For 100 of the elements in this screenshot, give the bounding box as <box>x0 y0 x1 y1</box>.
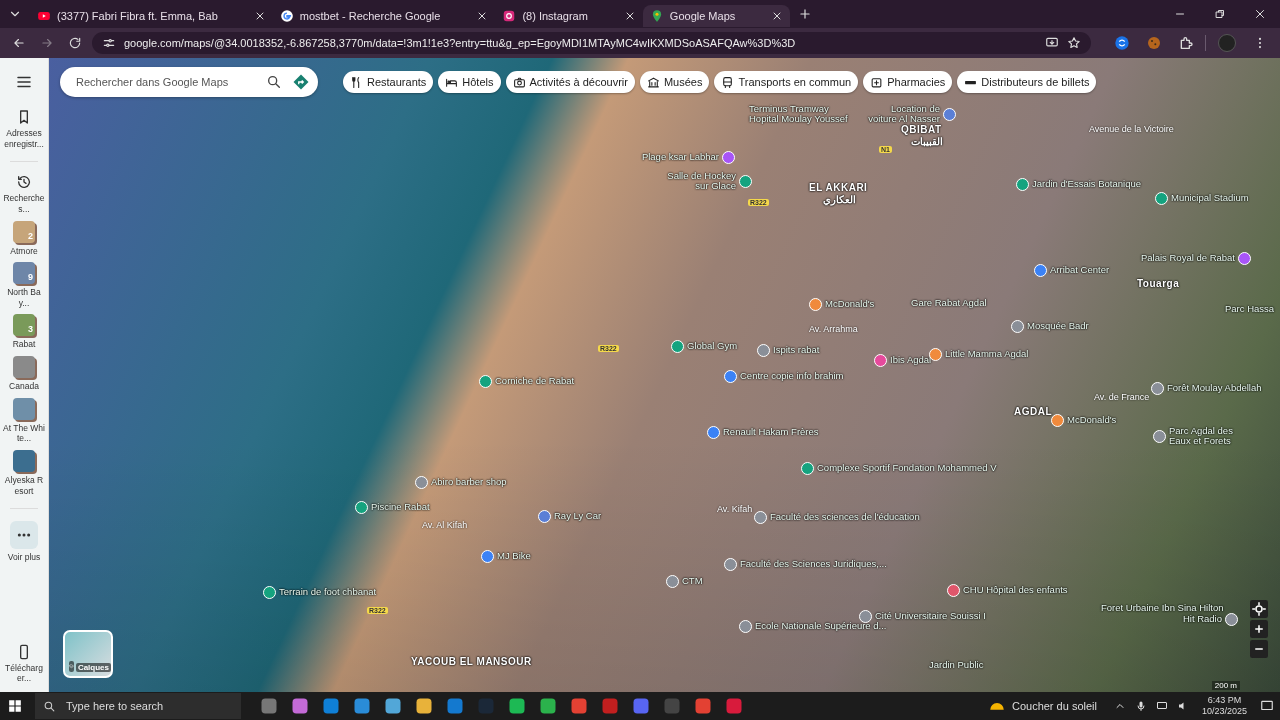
taskbar-search-box[interactable]: Type here to search <box>35 693 241 719</box>
place-label[interactable]: Gare Rabat Agdal <box>911 298 987 309</box>
place-label[interactable]: Ibis Agdal <box>890 355 932 366</box>
app-icon[interactable] <box>570 697 588 715</box>
place-label[interactable]: CTM <box>682 576 703 587</box>
map-pin[interactable] <box>947 584 960 597</box>
map-pin[interactable] <box>1016 178 1029 191</box>
map-pin[interactable] <box>707 426 720 439</box>
place-label[interactable]: Jardin d'Essais Botanique <box>1032 179 1142 190</box>
puzzle-icon[interactable] <box>1178 35 1194 51</box>
place-label[interactable]: Faculté des Sciences Juridiques,... <box>740 559 887 570</box>
monitor-icon[interactable] <box>1155 700 1168 712</box>
place-label[interactable]: Centre copie info brahim <box>740 371 844 382</box>
sidebar-item[interactable]: Voir plus <box>1 521 47 563</box>
place-label[interactable]: MJ Bike <box>497 551 531 562</box>
map-pin[interactable] <box>671 340 684 353</box>
app-icon[interactable] <box>508 697 526 715</box>
place-label[interactable]: McDonald's <box>1067 415 1117 426</box>
place-label[interactable]: Hit Radio <box>1182 614 1222 625</box>
category-chip[interactable]: Pharmacies <box>863 71 953 93</box>
place-label[interactable]: Forêt Moulay Abdellah <box>1167 383 1262 394</box>
sidebar-item[interactable]: Recherches... <box>1 174 47 215</box>
sidebar-item[interactable]: Canada <box>1 356 47 392</box>
place-label[interactable]: Parc Agdal des Eaux et Forets <box>1169 426 1254 447</box>
weather-widget[interactable]: Coucher du soleil <box>987 697 1097 715</box>
sidebar-item[interactable]: Alyeska Resort <box>1 449 47 497</box>
browser-tab[interactable]: Google Maps <box>642 5 791 27</box>
search-box[interactable]: Rechercher dans Google Maps <box>60 67 318 97</box>
category-chip[interactable]: Transports en commun <box>714 71 859 93</box>
app-icon[interactable] <box>353 697 371 715</box>
map-pin[interactable] <box>1153 429 1166 443</box>
zoom-out-icon[interactable] <box>1250 640 1268 658</box>
map-pin[interactable] <box>859 610 872 623</box>
star-icon[interactable] <box>1067 36 1081 50</box>
directions-icon[interactable] <box>292 73 310 91</box>
place-label[interactable]: Jardin Public <box>929 660 984 671</box>
close-icon[interactable] <box>1254 8 1266 20</box>
sidebar-item[interactable]: 3 Rabat <box>1 314 47 350</box>
place-label[interactable]: Terrain de foot chbanat <box>279 587 377 598</box>
place-label[interactable]: Cité Universitaire Souissi I <box>875 611 986 622</box>
place-label[interactable]: Foret Urbaine Ibn Sina Hilton <box>1101 603 1224 614</box>
app-icon[interactable] <box>632 697 650 715</box>
app-icon[interactable] <box>260 697 278 715</box>
place-label[interactable]: Terminus Tramway Hopital Moulay Youssef <box>749 104 854 125</box>
sidebar-item[interactable]: Télécharger... <box>1 643 47 684</box>
cookie-icon[interactable] <box>1146 35 1162 51</box>
browser-tab[interactable]: (3377) Fabri Fibra ft. Emma, Bab <box>30 5 273 27</box>
category-chip[interactable]: Activités à découvrir <box>505 71 635 93</box>
place-label[interactable]: Parc Hassa <box>1225 304 1275 315</box>
sidebar-item[interactable]: Adresses enregistr... <box>1 109 47 150</box>
notifications-icon[interactable] <box>1260 699 1274 713</box>
browser-tab[interactable]: (8) Instagram <box>495 5 643 27</box>
category-chip[interactable]: Distributeurs de billets <box>957 71 1097 93</box>
clock-time[interactable]: 6:43 PM <box>1207 695 1242 706</box>
map-pin[interactable] <box>1155 192 1168 205</box>
place-label[interactable]: Mosquée Badr <box>1027 321 1089 332</box>
sidebar-item[interactable]: 9 North Bay... <box>1 262 47 309</box>
sidebar-item[interactable]: 2 Atmore <box>1 220 47 257</box>
map-pin[interactable] <box>481 550 494 563</box>
app-icon[interactable] <box>415 697 433 715</box>
category-chip[interactable]: Hôtels <box>438 71 501 93</box>
map-pin[interactable] <box>739 620 752 633</box>
map-pin[interactable] <box>1225 613 1238 626</box>
map-pin[interactable] <box>538 510 551 523</box>
install-app-icon[interactable] <box>1045 36 1059 50</box>
map-pin[interactable] <box>801 462 814 475</box>
zoom-in-icon[interactable] <box>1250 620 1268 638</box>
place-label[interactable]: CHU Hôpital des enfants <box>963 585 1068 596</box>
back-icon[interactable] <box>12 36 26 50</box>
place-label[interactable]: Renault Hakam Frères <box>723 427 819 438</box>
map-pin[interactable] <box>1151 382 1164 395</box>
place-label[interactable]: Municipal Stadium <box>1171 193 1249 204</box>
map-pin[interactable] <box>355 501 368 514</box>
place-label[interactable]: Faculté des sciences de l'éducation <box>770 512 920 523</box>
place-label[interactable]: Salle de Hockey sur Glace <box>666 171 736 192</box>
search-input[interactable]: Type here to search <box>64 699 233 713</box>
map-pin[interactable] <box>754 511 767 524</box>
category-chip[interactable]: Restaurants <box>343 71 434 93</box>
browser-tab[interactable]: mostbet - Recherche Google <box>272 5 496 27</box>
map-pin[interactable] <box>724 370 737 383</box>
app-icon[interactable] <box>291 697 309 715</box>
place-label[interactable]: Ispits rabat <box>773 345 820 356</box>
site-settings-icon[interactable] <box>102 36 116 50</box>
app-icon[interactable] <box>384 697 402 715</box>
place-label[interactable]: Piscine Rabat <box>371 502 430 513</box>
search-field[interactable]: Rechercher dans Google Maps <box>74 75 256 89</box>
app-icon[interactable] <box>539 697 557 715</box>
clock-date[interactable]: 10/23/2025 <box>1201 706 1247 717</box>
map-pin[interactable] <box>1238 252 1251 265</box>
map-pin[interactable] <box>1034 264 1047 277</box>
map-pin[interactable] <box>1011 320 1024 333</box>
place-label[interactable]: Arribat Center <box>1050 265 1110 276</box>
place-label[interactable]: Plage ksar Labhar <box>641 152 719 163</box>
microphone-icon[interactable] <box>1134 700 1147 712</box>
satellite-map[interactable] <box>49 58 1280 692</box>
map-pin[interactable] <box>722 151 735 164</box>
reload-icon[interactable] <box>68 36 82 50</box>
place-label[interactable]: Global Gym <box>687 341 738 352</box>
map-pin[interactable] <box>263 586 276 599</box>
sidebar-item[interactable]: At The White... <box>1 397 47 444</box>
